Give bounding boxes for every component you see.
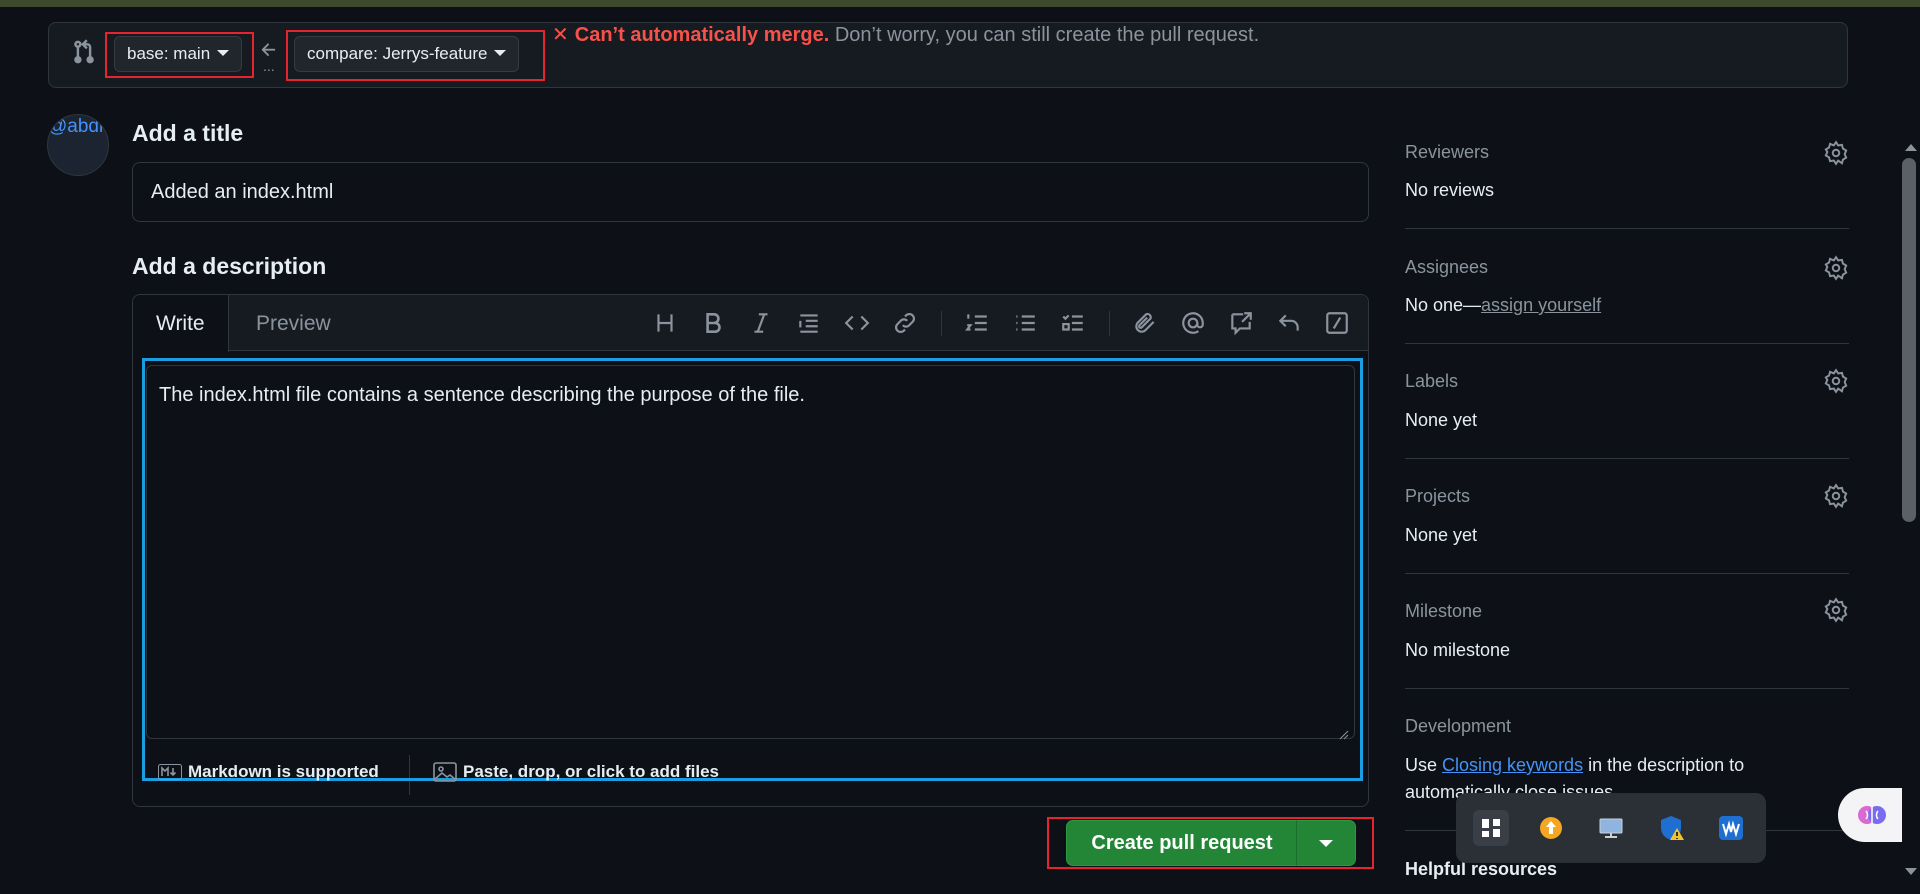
- audio-tray-icon[interactable]: [1713, 810, 1749, 846]
- link-icon[interactable]: [892, 310, 918, 336]
- task-list-icon[interactable]: [1060, 310, 1086, 336]
- bold-icon[interactable]: [700, 310, 726, 336]
- ordered-list-icon[interactable]: [964, 310, 990, 336]
- description-heading: Add a description: [132, 253, 327, 279]
- labels-heading: Labels: [1405, 371, 1459, 391]
- brain-icon: [1854, 797, 1890, 833]
- projects-value: None yet: [1405, 525, 1478, 545]
- highlight-compare-branch: [286, 30, 545, 81]
- slash-command-icon[interactable]: [1324, 310, 1350, 336]
- scroll-up-icon[interactable]: [1905, 144, 1917, 151]
- assignees-gear-icon[interactable]: [1823, 255, 1849, 281]
- labels-value: None yet: [1405, 410, 1478, 430]
- undo-icon[interactable]: [1276, 310, 1302, 336]
- assignees-value: No one—assign yourself: [1405, 295, 1601, 316]
- editor-toolbar: Write Preview: [133, 295, 1368, 352]
- merge-status-error: Can’t automatically merge.: [574, 24, 830, 46]
- projects-gear-icon[interactable]: [1823, 483, 1849, 509]
- compare-arrows-icon: [71, 39, 97, 65]
- assignees-prefix: No one—: [1405, 295, 1482, 315]
- title-heading: Add a title: [132, 120, 244, 146]
- highlight-create-button: [1047, 817, 1374, 869]
- toolbar-separator: [941, 311, 942, 336]
- avatar[interactable]: @abdl304: [47, 114, 109, 176]
- development-text: Use Closing keywords in the description …: [1405, 755, 1744, 776]
- attach-icon[interactable]: [1132, 310, 1158, 336]
- highlight-description: [142, 358, 1363, 781]
- security-warning-icon[interactable]: [1653, 810, 1689, 846]
- reviewers-heading: Reviewers: [1405, 142, 1490, 162]
- update-tray-icon[interactable]: [1533, 810, 1569, 846]
- closing-keywords-link[interactable]: Closing keywords: [1442, 755, 1583, 775]
- assign-yourself-link[interactable]: assign yourself: [1481, 295, 1601, 315]
- browser-top-strip: [0, 0, 1920, 7]
- title-input[interactable]: Added an index.html: [132, 162, 1369, 222]
- unordered-list-icon[interactable]: [1012, 310, 1038, 336]
- sidebar-divider: [1405, 343, 1849, 344]
- sidebar-divider: [1405, 688, 1849, 689]
- sidebar-divider: [1405, 573, 1849, 574]
- display-tray-icon[interactable]: [1593, 810, 1629, 846]
- quote-icon[interactable]: [796, 310, 822, 336]
- markdown-icon: [158, 764, 182, 780]
- compare-ellipsis: ...: [263, 58, 275, 74]
- attach-files-note[interactable]: Paste, drop, or click to add files: [433, 762, 719, 782]
- milestone-gear-icon[interactable]: [1823, 597, 1849, 623]
- development-suffix: in the description to: [1583, 755, 1745, 775]
- tab-write[interactable]: Write: [133, 295, 229, 352]
- merge-status: ✕ Can’t automatically merge. Don’t worry,…: [552, 22, 1259, 47]
- labels-gear-icon[interactable]: [1823, 368, 1849, 394]
- tab-preview[interactable]: Preview: [233, 295, 354, 351]
- milestone-value: No milestone: [1405, 640, 1511, 660]
- avatar-alt-text: @abdl304: [48, 116, 108, 137]
- arrow-left-icon: [259, 40, 279, 60]
- scroll-down-icon[interactable]: [1905, 868, 1917, 875]
- toolbar-separator: [1109, 311, 1110, 336]
- markdown-note[interactable]: Markdown is supported: [158, 762, 379, 782]
- sidebar-divider: [1405, 458, 1849, 459]
- projects-heading: Projects: [1405, 486, 1471, 506]
- italic-icon[interactable]: [748, 310, 774, 336]
- reviewers-gear-icon[interactable]: [1823, 140, 1849, 166]
- milestone-heading: Milestone: [1405, 601, 1483, 621]
- heading-icon[interactable]: [652, 310, 678, 336]
- assignees-heading: Assignees: [1405, 257, 1489, 277]
- scrollbar-thumb[interactable]: [1902, 158, 1916, 522]
- markdown-note-label: Markdown is supported: [188, 762, 379, 781]
- code-icon[interactable]: [844, 310, 870, 336]
- attach-files-label: Paste, drop, or click to add files: [463, 762, 720, 781]
- x-icon: ✕: [552, 24, 569, 46]
- merge-status-note: Don’t worry, you can still create the pu…: [834, 24, 1260, 46]
- sidebar-divider: [1405, 228, 1849, 229]
- app-tray-icon[interactable]: [1473, 810, 1509, 846]
- image-icon: [433, 762, 457, 782]
- development-heading: Development: [1405, 716, 1512, 736]
- cross-reference-icon[interactable]: [1228, 310, 1254, 336]
- reviewers-value: No reviews: [1405, 180, 1495, 200]
- development-prefix: Use: [1405, 755, 1443, 775]
- system-tray-popup: [1456, 793, 1766, 863]
- highlight-base-branch: [105, 32, 254, 78]
- mention-icon[interactable]: [1180, 310, 1206, 336]
